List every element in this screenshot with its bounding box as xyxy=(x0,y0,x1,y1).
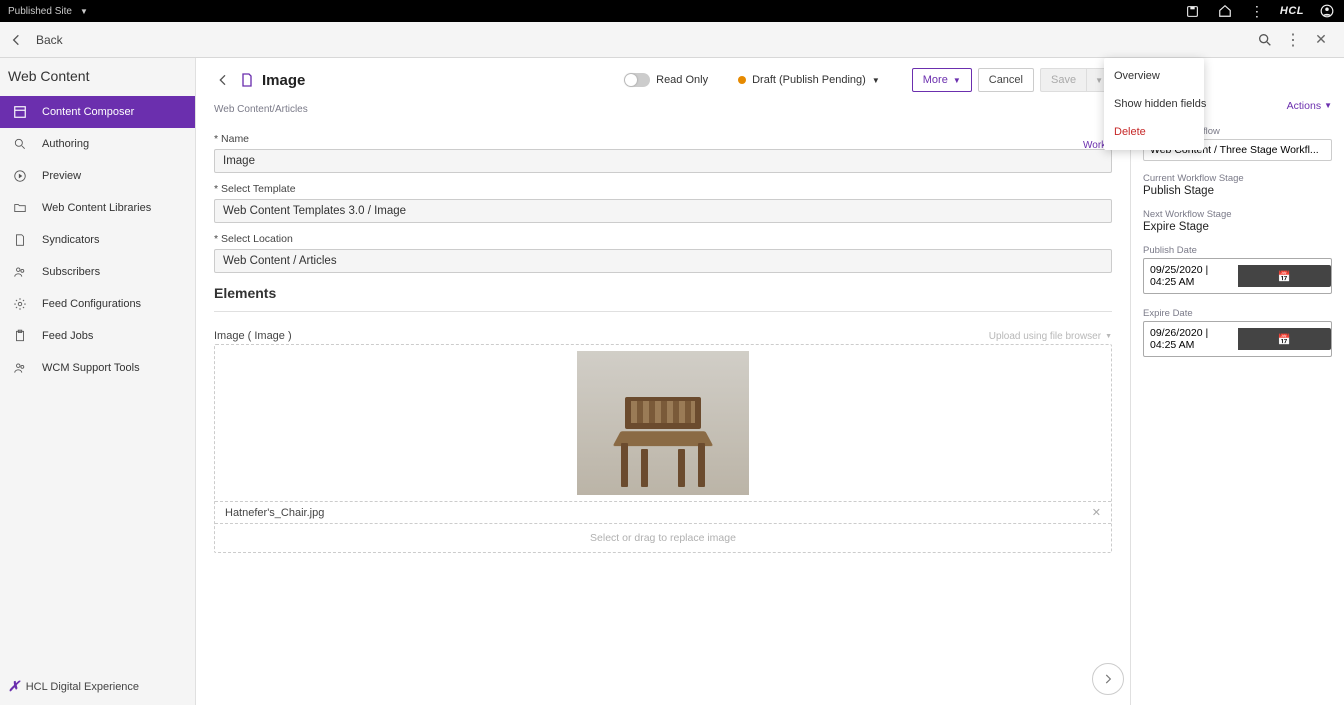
chevron-down-icon: ▼ xyxy=(953,76,961,85)
sidebar-item-content-composer[interactable]: Content Composer xyxy=(0,96,195,128)
template-select[interactable]: Web Content Templates 3.0 / Image xyxy=(214,199,1112,223)
cancel-button[interactable]: Cancel xyxy=(978,68,1034,92)
clipboard-icon xyxy=(12,328,28,344)
image-element-label: Image ( Image ) xyxy=(214,330,292,342)
sidebar-footer: ✗ HCL Digital Experience xyxy=(0,668,195,705)
sidebar-item-label: Content Composer xyxy=(42,106,134,118)
sidebar-item-label: WCM Support Tools xyxy=(42,362,140,374)
sidebar-item-authoring[interactable]: Authoring xyxy=(0,128,195,160)
status-dot-icon xyxy=(738,76,746,84)
dropdown-overview[interactable]: Overview xyxy=(1104,62,1204,90)
sidebar-item-label: Authoring xyxy=(42,138,89,150)
dropdown-delete[interactable]: Delete xyxy=(1104,118,1204,146)
expire-date-label: Expire Date xyxy=(1143,308,1332,319)
image-preview xyxy=(577,351,749,495)
nav-bar: Back ⋮ ✕ xyxy=(0,22,1344,58)
save-disk-icon[interactable] xyxy=(1184,2,1202,20)
play-icon xyxy=(12,168,28,184)
search-icon[interactable] xyxy=(1256,31,1274,49)
people-icon xyxy=(12,360,28,376)
next-stage-label: Next Workflow Stage xyxy=(1143,209,1332,220)
kebab-menu-icon[interactable]: ⋮ xyxy=(1284,31,1302,49)
chevron-down-icon: ▼ xyxy=(1324,101,1332,110)
home-icon[interactable] xyxy=(1216,2,1234,20)
sidebar: Web Content Content Composer Authoring P… xyxy=(0,58,196,705)
expand-panel-button[interactable] xyxy=(1092,663,1124,695)
name-input[interactable]: Image xyxy=(214,149,1112,173)
template-label: * Select Template xyxy=(214,183,1112,195)
sidebar-item-label: Syndicators xyxy=(42,234,99,246)
brand-mark-icon: ✗ xyxy=(8,678,20,695)
sidebar-title: Web Content xyxy=(0,58,195,96)
sidebar-item-label: Subscribers xyxy=(42,266,100,278)
upload-file-browser-link[interactable]: Upload using file browser ▼ xyxy=(989,330,1112,342)
sidebar-item-subscribers[interactable]: Subscribers xyxy=(0,256,195,288)
image-dropzone[interactable]: Hatnefer's_Chair.jpg ✕ Select or drag to… xyxy=(214,344,1112,553)
search-icon xyxy=(12,136,28,152)
more-dropdown-menu: Overview Show hidden fields Delete xyxy=(1104,58,1204,150)
back-label[interactable]: Back xyxy=(36,33,63,47)
kebab-menu-icon[interactable]: ⋮ xyxy=(1248,2,1266,20)
back-chevron-icon[interactable] xyxy=(214,71,232,89)
replace-image-hint[interactable]: Select or drag to replace image xyxy=(215,523,1111,552)
sidebar-item-feed-configs[interactable]: Feed Configurations xyxy=(0,288,195,320)
readonly-toggle[interactable] xyxy=(624,73,650,87)
divider xyxy=(214,311,1112,312)
sidebar-item-preview[interactable]: Preview xyxy=(0,160,195,192)
calendar-icon[interactable]: 📅 xyxy=(1238,328,1332,350)
document-icon xyxy=(12,232,28,248)
current-stage-value: Publish Stage xyxy=(1143,185,1332,197)
publish-date-field[interactable]: 09/25/2020 | 04:25 AM 📅 xyxy=(1143,258,1332,294)
name-label: * Name xyxy=(214,133,1112,145)
actions-dropdown[interactable]: Actions ▼ xyxy=(1287,100,1332,112)
location-select[interactable]: Web Content / Articles xyxy=(214,249,1112,273)
close-icon[interactable]: ✕ xyxy=(1312,31,1330,49)
status-dropdown[interactable]: Draft (Publish Pending) ▼ xyxy=(738,74,880,86)
right-panel: Workflow v us sh Pending) Actions ▼ *Cur… xyxy=(1130,58,1344,705)
back-arrow-icon[interactable] xyxy=(8,31,26,49)
publish-date-label: Publish Date xyxy=(1143,245,1332,256)
user-circle-icon[interactable] xyxy=(1318,2,1336,20)
more-button[interactable]: More ▼ xyxy=(912,68,972,92)
layout-icon xyxy=(12,104,28,120)
dropdown-show-hidden[interactable]: Show hidden fields xyxy=(1104,90,1204,118)
content-header: Image Read Only Draft (Publish Pending) … xyxy=(214,66,1112,98)
status-label: Draft (Publish Pending) xyxy=(752,74,866,86)
chevron-down-icon: ▼ xyxy=(1095,76,1103,85)
page-title: Image xyxy=(262,72,305,89)
next-stage-value: Expire Stage xyxy=(1143,221,1332,233)
image-filename: Hatnefer's_Chair.jpg xyxy=(225,507,324,519)
location-label: * Select Location xyxy=(214,233,1112,245)
readonly-label: Read Only xyxy=(656,74,708,86)
chevron-down-icon: ▼ xyxy=(1105,333,1112,340)
people-icon xyxy=(12,264,28,280)
sidebar-item-label: Feed Configurations xyxy=(42,298,141,310)
elements-heading: Elements xyxy=(214,285,1112,301)
sidebar-item-label: Web Content Libraries xyxy=(42,202,151,214)
calendar-icon[interactable]: 📅 xyxy=(1238,265,1332,287)
expire-date-field[interactable]: 09/26/2020 | 04:25 AM 📅 xyxy=(1143,321,1332,357)
sidebar-item-feed-jobs[interactable]: Feed Jobs xyxy=(0,320,195,352)
save-button[interactable]: Save xyxy=(1040,68,1086,92)
gear-icon xyxy=(12,296,28,312)
top-bar: Published Site ▼ ⋮ HCL xyxy=(0,0,1344,22)
sidebar-item-libraries[interactable]: Web Content Libraries xyxy=(0,192,195,224)
site-label[interactable]: Published Site xyxy=(8,6,72,17)
sidebar-item-label: Feed Jobs xyxy=(42,330,93,342)
breadcrumb[interactable]: Web Content/Articles xyxy=(214,98,1112,129)
content-area: Image Read Only Draft (Publish Pending) … xyxy=(196,58,1130,705)
document-icon xyxy=(238,71,256,89)
folder-icon xyxy=(12,200,28,216)
sidebar-item-label: Preview xyxy=(42,170,81,182)
brand-logo: HCL xyxy=(1280,5,1304,17)
chair-image-icon xyxy=(613,397,713,487)
chevron-down-icon: ▼ xyxy=(872,76,880,85)
current-stage-label: Current Workflow Stage xyxy=(1143,173,1332,184)
chevron-down-icon[interactable]: ▼ xyxy=(80,7,88,16)
footer-label: HCL Digital Experience xyxy=(26,681,139,693)
sidebar-item-syndicators[interactable]: Syndicators xyxy=(0,224,195,256)
more-label: More xyxy=(923,74,948,86)
sidebar-item-support-tools[interactable]: WCM Support Tools xyxy=(0,352,195,384)
remove-image-icon[interactable]: ✕ xyxy=(1092,506,1101,519)
